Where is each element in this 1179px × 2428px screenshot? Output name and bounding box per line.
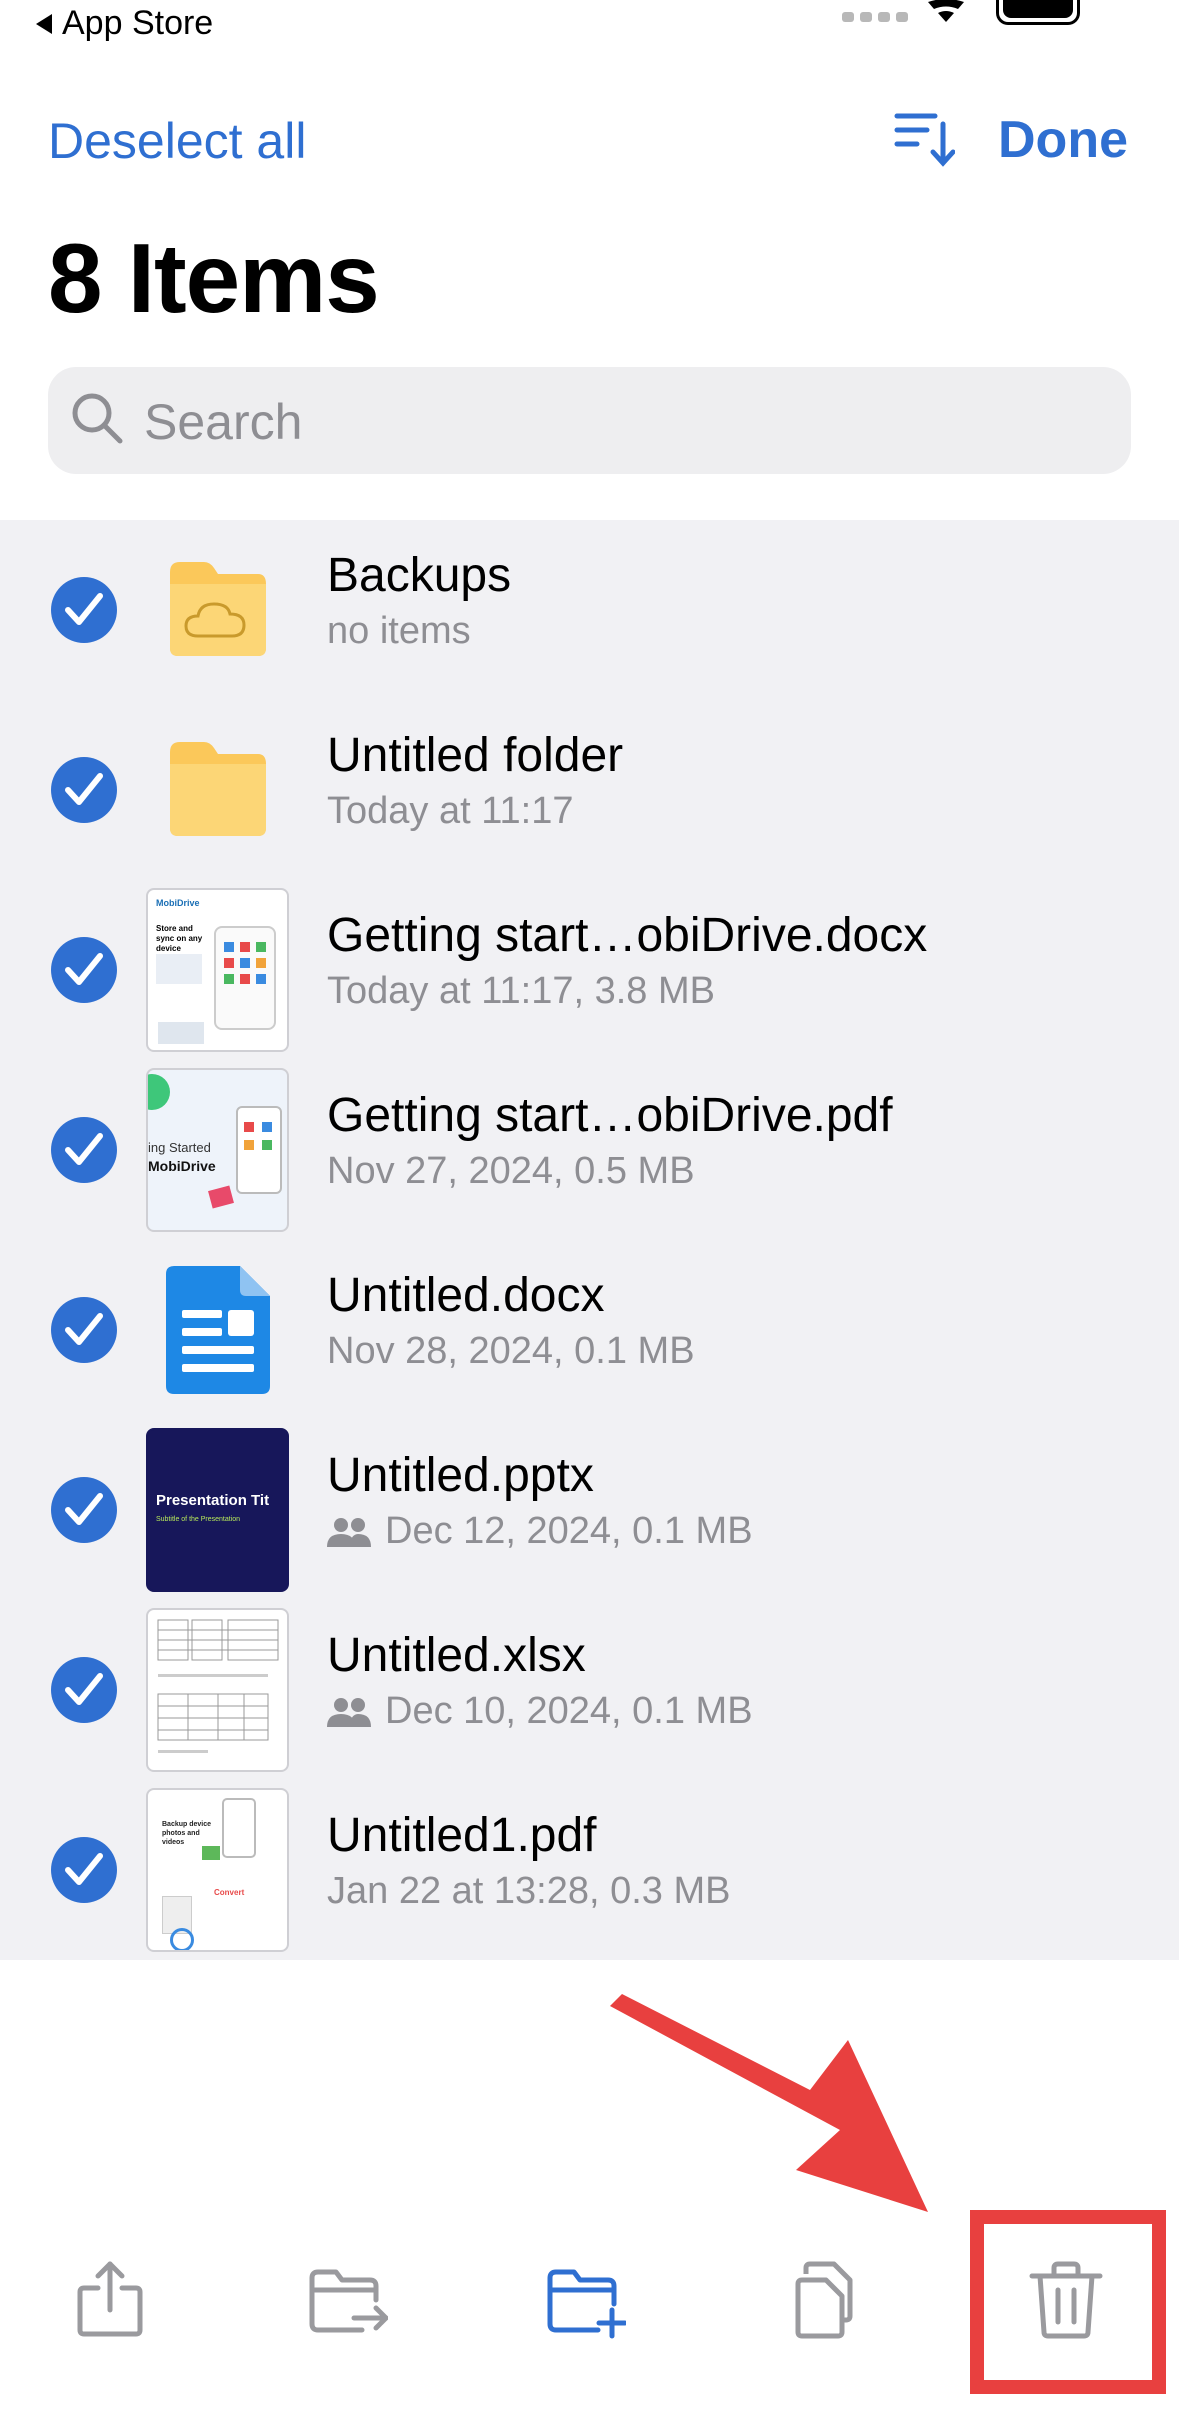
status-bar: App Store [0,0,1179,50]
search-icon [72,393,123,444]
selected-checkmark-icon[interactable] [51,757,117,823]
cloud-folder-icon [170,562,266,656]
selected-checkmark-icon[interactable] [51,577,117,643]
copy-icon[interactable] [786,2260,866,2340]
file-name: Getting start…obiDrive.docx [327,909,928,962]
list-item[interactable]: ing Started MobiDrive Getting start…obiD… [0,1060,1179,1240]
file-meta: Nov 27, 2024, 0.5 MB [327,1150,695,1192]
list-item[interactable]: Untitled.docx Nov 28, 2024, 0.1 MB [0,1240,1179,1420]
search-input[interactable] [142,367,1106,476]
shared-people-icon [327,1697,371,1727]
sort-icon[interactable] [893,108,955,170]
file-name: Untitled.docx [327,1269,605,1322]
file-name: Untitled1.pdf [327,1809,597,1862]
back-to-app-store-button[interactable]: App Store [36,4,213,43]
file-meta: Dec 12, 2024, 0.1 MB [327,1510,753,1553]
selected-checkmark-icon[interactable] [51,1837,117,1903]
annotation-arrow-icon [610,1994,928,2212]
file-meta: Today at 11:17 [327,790,574,832]
deselect-all-button[interactable]: Deselect all [48,112,306,170]
selected-checkmark-icon[interactable] [51,937,117,1003]
document-thumbnail: ing Started MobiDrive [146,1068,289,1232]
docx-file-icon [166,1266,270,1394]
file-meta: Jan 22 at 13:28, 0.3 MB [327,1870,731,1912]
back-app-label: App Store [62,4,214,42]
file-name: Untitled.pptx [327,1449,594,1502]
share-icon[interactable] [70,2260,150,2340]
spreadsheet-thumbnail [146,1608,289,1772]
selected-checkmark-icon[interactable] [51,1657,117,1723]
document-thumbnail: Backup device photos and videos Convert [146,1788,289,1952]
document-thumbnail: MobiDrive Store and sync on any device [146,888,289,1052]
annotation-highlight-box [970,2210,1166,2394]
move-icon[interactable] [308,2260,388,2340]
page-title: 8 Items [48,223,380,333]
list-item[interactable]: Presentation Tit Subtitle of the Present… [0,1420,1179,1600]
file-name: Untitled folder [327,729,624,782]
file-list: Backups no items Untitled folder Today a… [0,520,1179,1960]
selected-checkmark-icon[interactable] [51,1477,117,1543]
file-name: Backups [327,549,512,602]
search-bar[interactable] [48,367,1131,476]
done-button[interactable]: Done [998,110,1128,170]
new-folder-icon[interactable] [546,2260,626,2340]
list-item[interactable]: Backup device photos and videos Convert … [0,1780,1179,1960]
list-item[interactable]: Untitled.xlsx Dec 10, 2024, 0.1 MB [0,1600,1179,1780]
wifi-icon [928,0,964,22]
cellular-signal-icon [842,12,908,22]
list-item[interactable]: Backups no items [0,520,1179,700]
selected-checkmark-icon[interactable] [51,1297,117,1363]
back-triangle-icon [36,13,52,34]
nav-bar: Deselect all Done [0,100,1179,190]
file-name: Getting start…obiDrive.pdf [327,1089,893,1142]
presentation-thumbnail: Presentation Tit Subtitle of the Present… [146,1428,289,1592]
list-item[interactable]: MobiDrive Store and sync on any device G… [0,880,1179,1060]
folder-icon [170,742,266,836]
file-meta: no items [327,610,471,652]
file-meta: Nov 28, 2024, 0.1 MB [327,1330,695,1372]
list-item[interactable]: Untitled folder Today at 11:17 [0,700,1179,880]
shared-people-icon [327,1517,371,1547]
battery-icon [996,0,1080,25]
file-name: Untitled.xlsx [327,1629,586,1682]
file-meta: Dec 10, 2024, 0.1 MB [327,1690,753,1733]
selected-checkmark-icon[interactable] [51,1117,117,1183]
file-meta: Today at 11:17, 3.8 MB [327,970,715,1012]
